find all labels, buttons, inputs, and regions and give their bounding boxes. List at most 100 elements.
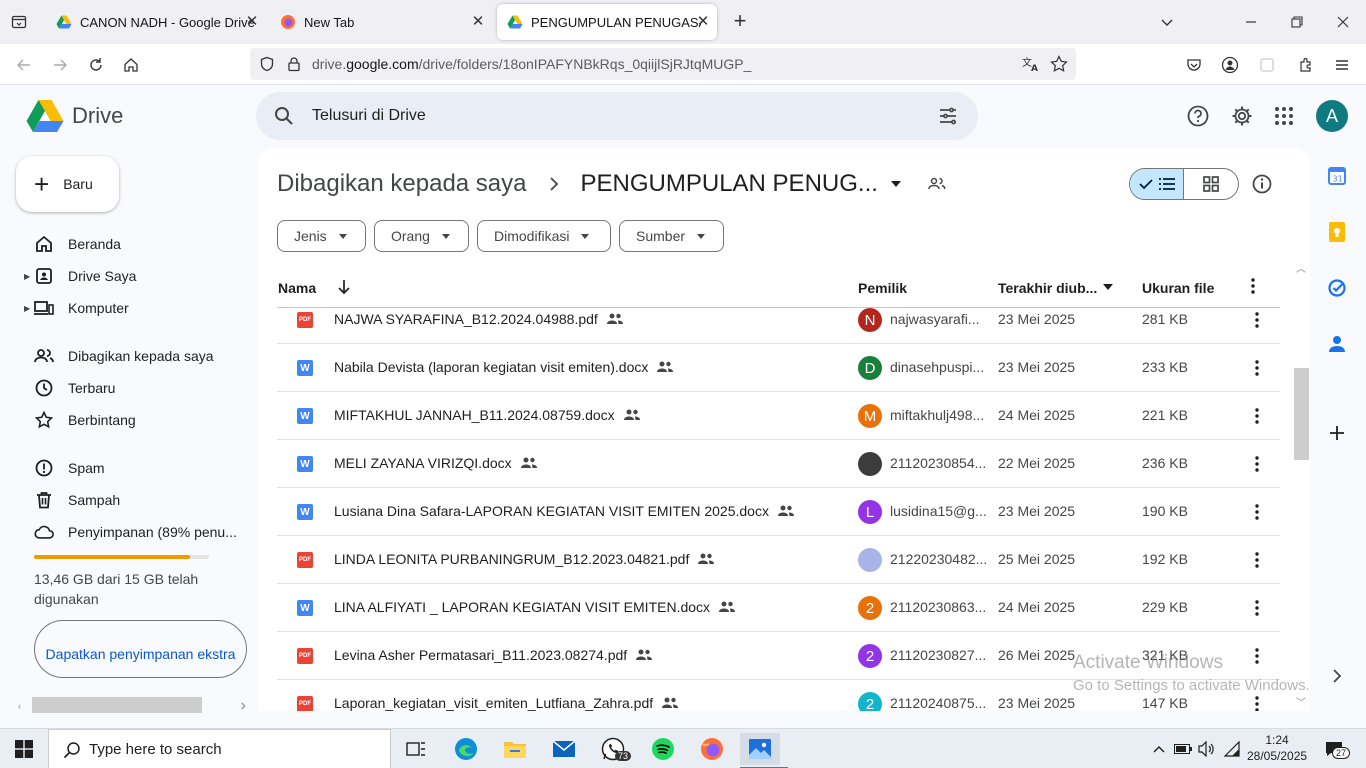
edge-icon[interactable] <box>446 733 486 765</box>
file-name[interactable]: Lusiana Dina Safara-LAPORAN KEGIATAN VIS… <box>334 503 769 519</box>
column-options-more-icon[interactable] <box>1251 278 1255 294</box>
windows-start-icon[interactable] <box>4 733 44 765</box>
lock-icon[interactable] <box>286 56 302 72</box>
firefox-taskbar-icon[interactable] <box>692 733 732 765</box>
close-tab-icon[interactable]: ✕ <box>244 14 260 30</box>
column-header-size[interactable]: Ukuran file <box>1142 280 1214 296</box>
get-more-storage-button[interactable]: Dapatkan penyimpanan ekstra <box>34 620 247 678</box>
whatsapp-icon[interactable]: 73 <box>593 733 633 765</box>
owner-avatar[interactable]: M <box>858 404 882 428</box>
column-header-modified[interactable]: Terakhir diub... <box>998 280 1097 296</box>
sidebar-item-beranda[interactable]: Beranda <box>20 228 246 260</box>
close-tab-icon[interactable]: ✕ <box>470 14 486 30</box>
mail-icon[interactable] <box>544 733 584 765</box>
scrollbar-thumb[interactable] <box>32 697 202 713</box>
filter-chip-jenis[interactable]: Jenis <box>277 220 366 252</box>
sidebar-item-komputer[interactable]: ▶ Komputer <box>20 292 246 324</box>
sidebar-horizontal-scrollbar[interactable]: ‹ › <box>18 697 248 715</box>
volume-speaker-icon[interactable] <box>1197 739 1217 759</box>
list-all-tabs-chevron-icon[interactable] <box>1153 8 1181 36</box>
restore-icon[interactable] <box>1283 8 1311 36</box>
owner-avatar[interactable]: 2 <box>858 644 882 668</box>
hamburger-menu-icon[interactable] <box>1329 52 1355 78</box>
list-view-button[interactable] <box>1130 169 1185 199</box>
more-actions-icon[interactable] <box>1245 452 1269 476</box>
tracking-protection-shield-icon[interactable] <box>259 56 275 72</box>
more-actions-icon[interactable] <box>1245 356 1269 380</box>
expand-caret-icon[interactable]: ▶ <box>24 304 30 313</box>
more-actions-icon[interactable] <box>1245 644 1269 668</box>
file-name[interactable]: MIFTAKHUL JANNAH_B11.2024.08759.docx <box>334 407 615 423</box>
file-explorer-icon[interactable] <box>495 733 535 765</box>
more-actions-icon[interactable] <box>1245 548 1269 572</box>
shared-folder-people-icon[interactable] <box>928 177 946 191</box>
file-name[interactable]: LINDA LEONITA PURBANINGRUM_B12.2023.0482… <box>334 551 689 567</box>
file-name[interactable]: Laporan_kegiatan_visit_emiten_Lutfiana_Z… <box>334 695 653 711</box>
back-arrow-icon[interactable] <box>11 52 37 78</box>
filter-chip-dimodifikasi[interactable]: Dimodifikasi <box>477 220 611 252</box>
more-actions-icon[interactable] <box>1245 404 1269 428</box>
taskbar-clock[interactable]: 1:24 28/05/2025 <box>1247 732 1307 764</box>
sidebar-item-sampah[interactable]: Sampah <box>20 484 246 516</box>
account-icon[interactable] <box>1217 52 1243 78</box>
close-tab-icon[interactable]: ✕ <box>695 14 711 30</box>
search-bar[interactable] <box>256 92 978 140</box>
minimize-icon[interactable] <box>1237 8 1265 36</box>
owner-avatar[interactable]: D <box>858 356 882 380</box>
container-icon[interactable] <box>1254 52 1280 78</box>
more-actions-icon[interactable] <box>1245 308 1269 332</box>
sidebar-item-dibagikan[interactable]: Dibagikan kepada saya <box>20 340 246 372</box>
sort-arrow-down-icon[interactable] <box>337 279 351 295</box>
account-avatar[interactable]: A <box>1316 100 1348 132</box>
get-add-ons-plus-icon[interactable] <box>1327 423 1347 443</box>
file-row[interactable]: W Lusiana Dina Safara-LAPORAN KEGIATAN VI… <box>277 488 1280 536</box>
translate-icon[interactable]: 文A <box>1022 56 1040 72</box>
drive-logo[interactable]: Drive <box>26 99 123 133</box>
scroll-left-arrow-icon[interactable]: ‹ <box>18 701 21 711</box>
photos-icon[interactable] <box>740 733 788 768</box>
search-options-tune-icon[interactable] <box>938 106 958 126</box>
more-actions-icon[interactable] <box>1245 500 1269 524</box>
sidebar-item-drive-saya[interactable]: ▶ Drive Saya <box>20 260 246 292</box>
more-actions-icon[interactable] <box>1245 692 1269 711</box>
scrollbar-thumb[interactable] <box>1294 368 1309 460</box>
file-row[interactable]: PDF NAJWA SYARAFINA_B12.2024.04988.pdf Nna… <box>277 296 1280 344</box>
scroll-right-arrow-icon[interactable]: › <box>241 697 246 715</box>
owner-avatar[interactable]: 2 <box>858 692 882 711</box>
file-row[interactable]: W MIFTAKHUL JANNAH_B11.2024.08759.docx Mmi… <box>277 392 1280 440</box>
more-actions-icon[interactable] <box>1245 596 1269 620</box>
new-button[interactable]: + Baru <box>16 156 119 212</box>
file-name[interactable]: MELI ZAYANA VIRIZQI.docx <box>334 455 512 471</box>
main-vertical-scrollbar[interactable]: ︿ ﹀ <box>1293 262 1310 710</box>
expand-caret-icon[interactable]: ▶ <box>24 272 30 281</box>
tab-google-drive[interactable]: CANON NADH - Google Drive ✕ <box>46 4 266 40</box>
file-row[interactable]: W LINA ALFIYATI _ LAPORAN KEGIATAN VISIT … <box>277 584 1280 632</box>
owner-avatar[interactable]: L <box>858 500 882 524</box>
file-name[interactable]: NAJWA SYARAFINA_B12.2024.04988.pdf <box>334 311 598 327</box>
file-row[interactable]: W Nabila Devista (laporan kegiatan visit … <box>277 344 1280 392</box>
modified-dropdown-icon[interactable] <box>1103 284 1113 290</box>
search-input[interactable] <box>312 104 912 128</box>
tasks-icon[interactable] <box>1327 278 1347 298</box>
scroll-up-arrow-icon[interactable]: ︿ <box>1296 260 1306 275</box>
pocket-icon[interactable] <box>1181 52 1207 78</box>
forward-arrow-icon[interactable] <box>47 52 73 78</box>
settings-gear-icon[interactable] <box>1228 102 1256 130</box>
breadcrumb-current-folder[interactable]: PENGUMPULAN PENUG... <box>581 170 878 198</box>
home-icon[interactable] <box>118 52 144 78</box>
close-window-icon[interactable] <box>1329 8 1357 36</box>
file-name[interactable]: Levina Asher Permatasari_B11.2023.08274.… <box>334 647 627 663</box>
tab-new-tab[interactable]: New Tab ✕ <box>270 4 492 40</box>
help-icon[interactable] <box>1184 102 1212 130</box>
file-row[interactable]: PDF LINDA LEONITA PURBANINGRUM_B12.2023.0… <box>277 536 1280 584</box>
battery-icon[interactable] <box>1173 739 1193 759</box>
details-info-icon[interactable] <box>1250 172 1274 196</box>
show-hidden-icons-chevron-icon[interactable] <box>1149 739 1169 759</box>
spotify-icon[interactable] <box>643 733 683 765</box>
file-row[interactable]: W MELI ZAYANA VIRIZQI.docx 21120230854... 2… <box>277 440 1280 488</box>
owner-avatar[interactable] <box>858 548 882 572</box>
folder-dropdown-icon[interactable] <box>890 180 902 188</box>
new-tab-plus-icon[interactable]: + <box>728 10 752 34</box>
column-header-name[interactable]: Nama <box>278 280 316 296</box>
owner-avatar[interactable]: N <box>858 308 882 332</box>
